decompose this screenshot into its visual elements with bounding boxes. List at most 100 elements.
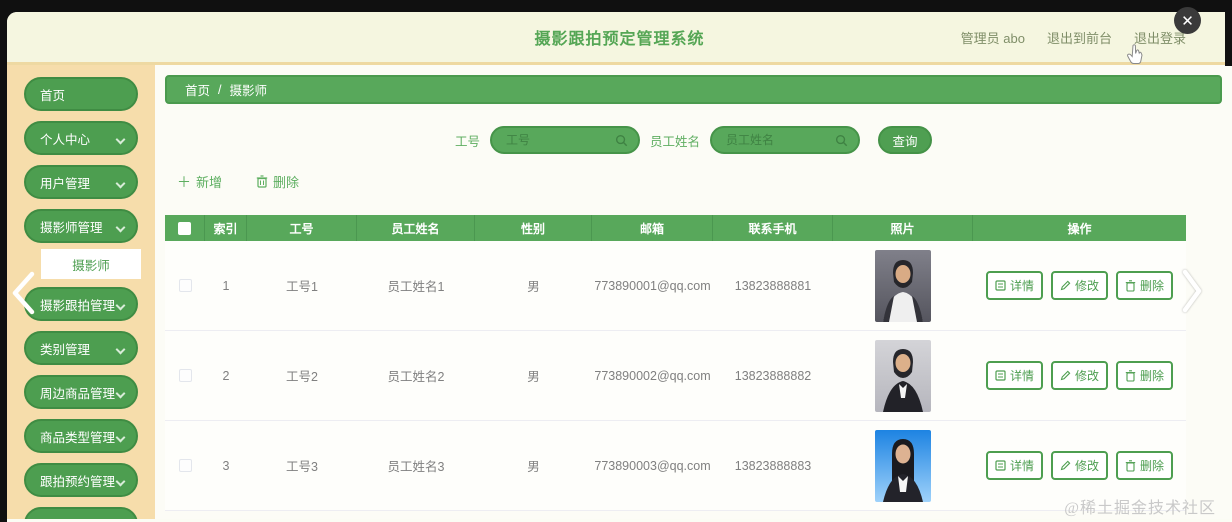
delete-row-button[interactable]: 删除 (1116, 451, 1174, 480)
cell-employee-id: 工号3 (286, 460, 318, 474)
photographer-photo[interactable] (875, 339, 931, 412)
employee-id-label: 工号 (454, 134, 480, 149)
column-header-phone: 联系手机 (713, 215, 833, 241)
employee-name-input[interactable] (726, 133, 830, 147)
chevron-down-icon (115, 432, 126, 443)
cell-index: 1 (222, 278, 230, 293)
search-icon (835, 134, 848, 146)
employee-name-label: 员工姓名 (650, 134, 701, 149)
cell-gender: 男 (527, 460, 540, 474)
current-user-label: 管理员 abo (960, 30, 1025, 46)
photographer-table: 索引 工号 员工姓名 性别 邮箱 联系手机 照片 操作 1 工号1 员工姓名1 … (165, 215, 1186, 511)
edit-button[interactable]: 修改 (1050, 451, 1108, 480)
cell-employee-name: 员工姓名1 (387, 280, 445, 294)
cell-employee-name: 员工姓名3 (387, 460, 445, 474)
chevron-down-icon (115, 222, 126, 233)
breadcrumb: 首页 / 摄影师 (165, 75, 1222, 104)
column-header-photo: 照片 (833, 215, 973, 241)
row-checkbox[interactable] (178, 279, 192, 292)
select-all-checkbox[interactable] (178, 221, 191, 235)
close-icon[interactable]: ✕ (1174, 7, 1201, 34)
sidebar-item-personal-center[interactable]: 个人中心 (24, 121, 138, 155)
player-edge (1225, 0, 1232, 66)
column-header-gender: 性别 (475, 215, 592, 241)
chevron-down-icon (115, 388, 126, 399)
photographer-photo[interactable] (875, 249, 931, 322)
main-content: 首页 / 摄影师 工号 员工姓名 (155, 65, 1232, 519)
pencil-icon (1060, 280, 1071, 291)
trash-icon (256, 175, 268, 188)
delete-button[interactable]: 删除 (256, 172, 299, 191)
exit-to-front-link[interactable]: 退出到前台 (1047, 28, 1112, 47)
search-icon (615, 134, 628, 146)
pencil-icon (1060, 460, 1071, 471)
sidebar-submenu-photographer[interactable]: 摄影师 (41, 249, 141, 279)
column-header-employee-name: 员工姓名 (357, 215, 475, 241)
chevron-down-icon (115, 178, 126, 189)
sidebar-item-photoshoot-management[interactable]: 摄影跟拍管理 (24, 287, 138, 321)
table-header-row: 索引 工号 员工姓名 性别 邮箱 联系手机 照片 操作 (165, 215, 1186, 241)
cell-phone: 13823888882 (734, 368, 812, 383)
column-header-index: 索引 (205, 215, 247, 241)
table-row: 2 工号2 员工姓名2 男 773890002@qq.com 138238888… (165, 331, 1186, 421)
row-checkbox[interactable] (178, 369, 192, 382)
employee-id-field-wrap (490, 126, 640, 154)
query-button[interactable]: 查询 (878, 126, 933, 154)
sidebar-item-user-management[interactable]: 用户管理 (24, 165, 138, 199)
delete-row-button[interactable]: 删除 (1116, 271, 1174, 300)
sidebar-item-product-type-management[interactable]: 商品类型管理 (24, 419, 138, 453)
detail-button[interactable]: 详情 (985, 361, 1043, 390)
sidebar-item-category-management[interactable]: 类别管理 (24, 331, 138, 365)
edit-button[interactable]: 修改 (1050, 271, 1108, 300)
trash-icon (1125, 279, 1136, 292)
chevron-down-icon (115, 134, 126, 145)
cell-email: 773890002@qq.com (594, 368, 711, 383)
column-header-employee-id: 工号 (247, 215, 357, 241)
breadcrumb-current: 摄影师 (229, 84, 268, 98)
column-header-email: 邮箱 (592, 215, 713, 241)
trash-icon (1125, 459, 1136, 472)
row-checkbox[interactable] (178, 459, 192, 472)
cell-email: 773890001@qq.com (594, 278, 711, 293)
chevron-down-icon (115, 300, 126, 311)
column-header-actions: 操作 (1067, 221, 1092, 236)
watermark: @稀土掘金技术社区 (1064, 500, 1216, 517)
cell-index: 2 (222, 368, 230, 383)
carousel-next-icon[interactable] (1180, 268, 1204, 314)
sidebar-item-peripheral-product-management[interactable]: 周边商品管理 (24, 375, 138, 409)
plus-icon: ＋ (177, 173, 191, 190)
app-header: 摄影跟拍预定管理系统 管理员 abo 退出到前台 退出登录 (7, 12, 1232, 65)
breadcrumb-separator: / (218, 82, 222, 97)
photographer-photo[interactable] (875, 429, 931, 502)
delete-row-button[interactable]: 删除 (1116, 361, 1174, 390)
edit-button[interactable]: 修改 (1050, 361, 1108, 390)
cell-phone: 13823888881 (734, 278, 812, 293)
add-button[interactable]: ＋ 新增 (177, 172, 222, 191)
header-user-area: 管理员 abo 退出到前台 退出登录 (961, 12, 1186, 62)
table-toolbar: ＋ 新增 删除 (165, 172, 1222, 191)
breadcrumb-home[interactable]: 首页 (185, 80, 210, 99)
carousel-prev-icon[interactable] (8, 270, 38, 316)
chevron-down-icon (115, 344, 126, 355)
table-row: 1 工号1 员工姓名1 男 773890001@qq.com 138238888… (165, 241, 1186, 331)
sidebar-item-shoot-process-management[interactable]: 跟拍流程管理 (24, 507, 138, 519)
detail-button[interactable]: 详情 (985, 451, 1043, 480)
cell-phone: 13823888883 (734, 458, 812, 473)
document-icon (995, 280, 1006, 291)
detail-button[interactable]: 详情 (985, 271, 1043, 300)
employee-id-input[interactable] (506, 133, 609, 147)
document-icon (995, 370, 1006, 381)
search-bar: 工号 员工姓名 查询 (165, 126, 1222, 154)
cell-employee-name: 员工姓名2 (387, 370, 445, 384)
cell-employee-id: 工号2 (286, 370, 318, 384)
cell-gender: 男 (527, 370, 540, 384)
sidebar-item-home[interactable]: 首页 (24, 77, 138, 111)
cell-email: 773890003@qq.com (594, 458, 711, 473)
page-title: 摄影跟拍预定管理系统 (534, 31, 705, 48)
table-row: 3 工号3 员工姓名3 男 773890003@qq.com 138238888… (165, 421, 1186, 511)
cell-index: 3 (222, 458, 230, 473)
sidebar-item-shoot-booking-management[interactable]: 跟拍预约管理 (24, 463, 138, 497)
sidebar-item-photographer-management[interactable]: 摄影师管理 (24, 209, 138, 243)
app-window: 摄影跟拍预定管理系统 管理员 abo 退出到前台 退出登录 首页 个人中心 用户… (7, 12, 1232, 522)
document-icon (995, 460, 1006, 471)
